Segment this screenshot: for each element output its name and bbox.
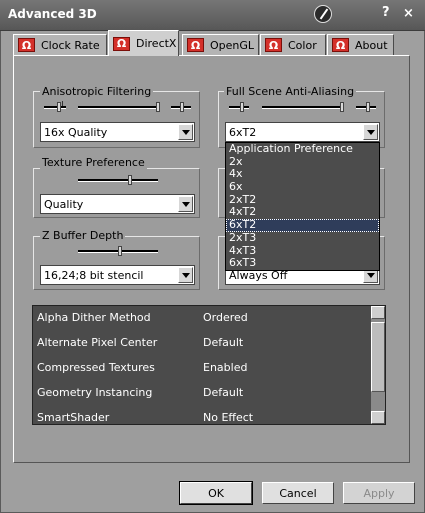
property-name: Alternate Pixel Center (37, 336, 158, 349)
tab-directx[interactable]: Ω DirectX (108, 30, 179, 56)
close-icon[interactable]: × (403, 6, 414, 21)
tab-about[interactable]: Ω About (327, 34, 394, 55)
dropdown-value: 16,24;8 bit stencil (44, 269, 144, 282)
anisotropic-slider-thumb-right[interactable] (180, 102, 184, 112)
omega-icon: Ω (187, 38, 204, 52)
property-value: Ordered (203, 311, 248, 324)
table-row[interactable]: Geometry Instancing Default (33, 381, 371, 406)
list-item[interactable]: Application Preference (226, 142, 379, 156)
property-value: No Effect (203, 411, 254, 424)
anisotropic-slider-track[interactable] (78, 106, 160, 109)
fsaa-label: Full Scene Anti-Aliasing (224, 85, 357, 98)
property-name: Alpha Dither Method (37, 311, 151, 324)
title-bar[interactable]: Advanced 3D ? × (0, 0, 425, 31)
tab-label: About (355, 38, 388, 52)
dropdown-value: Quality (44, 198, 84, 211)
list-item[interactable]: 6x (226, 180, 379, 194)
property-value: Default (203, 386, 244, 399)
fsaa-dropdown[interactable]: 6xT2 (225, 122, 380, 142)
anisotropic-slider-track-left (44, 106, 66, 109)
texture-slider-track[interactable] (78, 179, 158, 182)
list-item[interactable]: 2xT3 (226, 231, 379, 245)
zbuffer-slider-thumb[interactable] (118, 246, 122, 256)
dropdown-value: 6xT2 (229, 126, 257, 139)
anisotropic-filtering-dropdown[interactable]: 16x Quality (40, 122, 195, 142)
scroll-down-button[interactable] (371, 411, 385, 424)
properties-list[interactable]: Alpha Dither Method Ordered Alternate Pi… (32, 305, 386, 425)
property-name: Compressed Textures (37, 361, 155, 374)
tab-label: Color (288, 38, 317, 52)
dropdown-value: 16x Quality (44, 126, 108, 139)
list-item[interactable]: 6xT3 (226, 256, 379, 270)
texture-preference-label: Texture Preference (40, 156, 147, 169)
cancel-button[interactable]: Cancel (262, 482, 334, 504)
tab-label: DirectX (136, 37, 177, 50)
table-row[interactable]: Alternate Pixel Center Default (33, 331, 371, 356)
fsaa-slider-track-left (229, 106, 249, 109)
scroll-thumb[interactable] (371, 322, 385, 392)
z-buffer-depth-label: Z Buffer Depth (40, 229, 126, 242)
property-name: SmartShader (37, 411, 110, 424)
fsaa-slider-thumb[interactable] (340, 102, 344, 112)
omega-icon: Ω (265, 38, 282, 52)
table-row[interactable]: Compressed Textures Enabled (33, 356, 371, 381)
tab-label: OpenGL (210, 38, 255, 52)
window-title: Advanced 3D (8, 7, 97, 21)
tab-label: Clock Rate (41, 38, 100, 52)
fsaa-slider-track[interactable] (262, 106, 344, 109)
property-value: Enabled (203, 361, 248, 374)
z-buffer-depth-dropdown[interactable]: 16,24;8 bit stencil (40, 265, 195, 285)
texture-preference-dropdown[interactable]: Quality (40, 194, 195, 214)
texture-slider-thumb[interactable] (128, 175, 132, 185)
property-name: Geometry Instancing (37, 386, 153, 399)
omega-icon: Ω (332, 38, 349, 52)
property-value: Default (203, 336, 244, 349)
apply-button[interactable]: Apply (343, 482, 415, 504)
tab-color[interactable]: Ω Color (260, 34, 326, 55)
chevron-down-icon[interactable] (178, 267, 193, 283)
omega-icon: Ω (18, 38, 35, 52)
fsaa-dropdown-list[interactable]: Application Preference 2x 4x 6x 2xT2 4xT… (225, 142, 380, 271)
fsaa-slider-thumb-left[interactable] (240, 102, 244, 112)
fsaa-slider-thumb-right[interactable] (366, 102, 370, 112)
tab-clock-rate[interactable]: Ω Clock Rate (13, 34, 107, 55)
chevron-down-icon[interactable] (178, 196, 193, 212)
list-item[interactable]: 2x (226, 155, 379, 169)
app-logo-icon[interactable] (314, 5, 332, 23)
help-icon[interactable]: ? (382, 5, 390, 20)
anisotropic-slider-thumb-left[interactable] (57, 102, 61, 112)
omega-icon: Ω (113, 36, 130, 51)
ok-button[interactable]: OK (179, 481, 253, 505)
anisotropic-slider-thumb[interactable] (156, 102, 160, 112)
list-item-selected[interactable]: 6xT2 (226, 218, 379, 232)
list-item[interactable]: 4x (226, 168, 379, 181)
chevron-down-icon[interactable] (178, 124, 193, 140)
table-row[interactable]: Alpha Dither Method Ordered (33, 306, 371, 331)
anisotropic-filtering-label: Anisotropic Filtering (40, 85, 154, 98)
scroll-up-button[interactable] (371, 306, 385, 319)
vertical-scrollbar[interactable] (371, 306, 385, 424)
chevron-down-icon[interactable] (363, 124, 378, 140)
tab-opengl[interactable]: Ω OpenGL (182, 34, 259, 55)
table-row[interactable]: SmartShader No Effect (33, 406, 371, 431)
